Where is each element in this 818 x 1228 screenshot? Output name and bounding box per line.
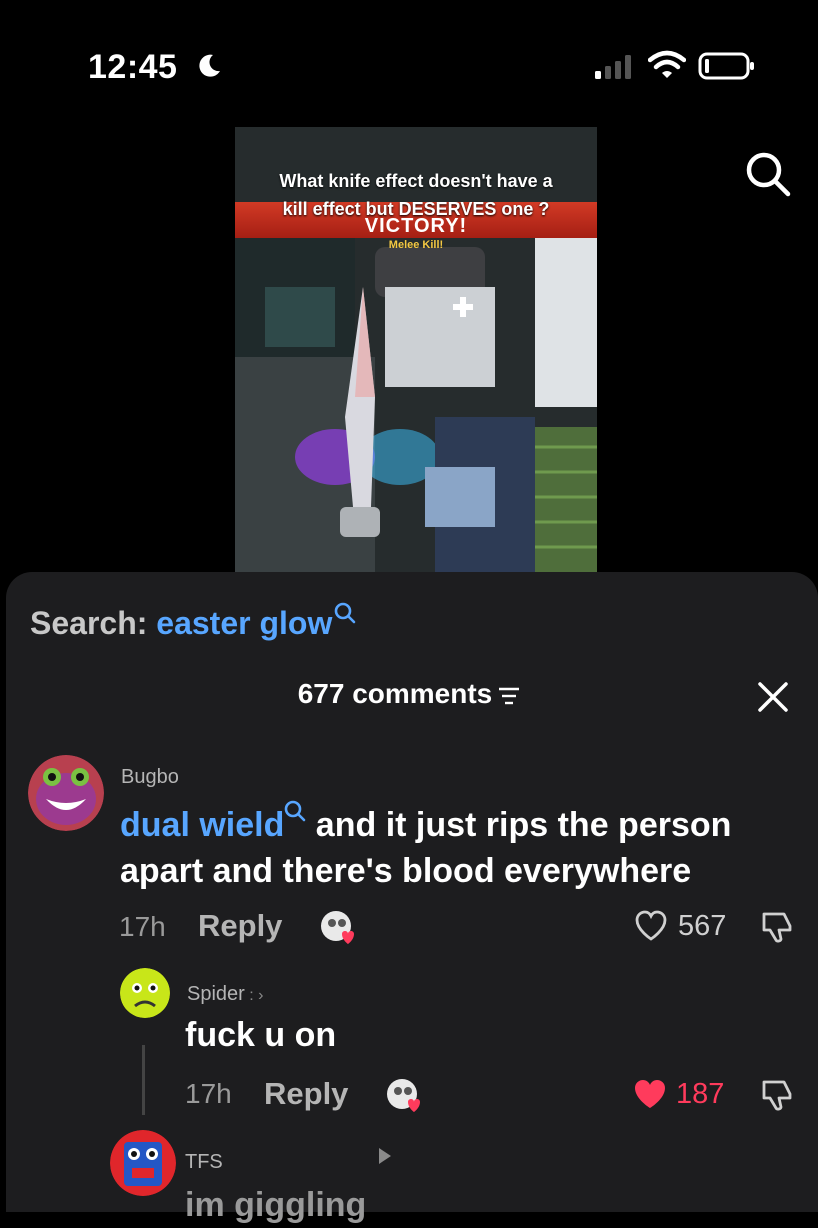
video-victory-text: VICTORY! [364, 215, 468, 237]
comments-header: 677 comments [0, 678, 818, 710]
search-prefix: Search: [30, 605, 157, 641]
like-count: 567 [678, 910, 727, 942]
cellular-signal-icon [595, 55, 631, 79]
search-mini-icon [335, 602, 356, 624]
comment-timestamp: 17h [119, 911, 166, 942]
like-heart-icon[interactable] [634, 910, 668, 942]
close-icon[interactable] [756, 680, 790, 714]
creator-liked-badge-icon [321, 911, 354, 944]
comment-username[interactable]: TFS [185, 1151, 223, 1174]
comment-username[interactable]: Spider : › [187, 983, 263, 1006]
comment-search-link[interactable]: dual wield [120, 806, 284, 844]
search-term-link[interactable]: easter glow [156, 605, 332, 641]
dislike-icon[interactable] [760, 1078, 794, 1112]
avatar[interactable] [28, 755, 104, 831]
comment-timestamp: 17h [185, 1078, 232, 1109]
reply-button[interactable]: Reply [264, 1076, 348, 1112]
search-icon[interactable] [744, 150, 792, 198]
sort-filter-icon[interactable] [498, 686, 520, 706]
comment-text: im giggling [185, 1186, 367, 1224]
wifi-icon [648, 50, 686, 78]
comments-count: 677 comments [297, 678, 493, 709]
avatar[interactable] [110, 1130, 176, 1196]
video-player[interactable]: What knife effect doesn't have a kill ef… [235, 127, 597, 573]
creator-liked-badge-icon [387, 1079, 420, 1112]
reply-button[interactable]: Reply [198, 908, 282, 944]
search-mini-icon [285, 800, 306, 822]
comment-username[interactable]: Bugbo [121, 766, 179, 789]
liked-heart-icon[interactable] [632, 1078, 668, 1110]
comment-text: dual wield and it just rips the person a… [120, 800, 800, 894]
status-time: 12:45 [88, 48, 178, 86]
comment-username-text: Spider [187, 983, 245, 1005]
dislike-icon[interactable] [760, 910, 794, 944]
video-caption-line-1: What knife effect doesn't have a [279, 171, 553, 191]
reply-to-indicator: : › [244, 987, 264, 1004]
reply-thread-line [142, 1045, 145, 1115]
comment-text: fuck u on [185, 1016, 337, 1054]
play-arrow-icon [379, 1148, 391, 1164]
search-suggestion[interactable]: Search: easter glow [30, 602, 356, 642]
like-count: 187 [676, 1078, 725, 1110]
avatar[interactable] [120, 968, 170, 1018]
video-melee-text: Melee Kill! [388, 239, 444, 251]
battery-icon [698, 52, 754, 80]
focus-moon-icon [199, 54, 220, 77]
